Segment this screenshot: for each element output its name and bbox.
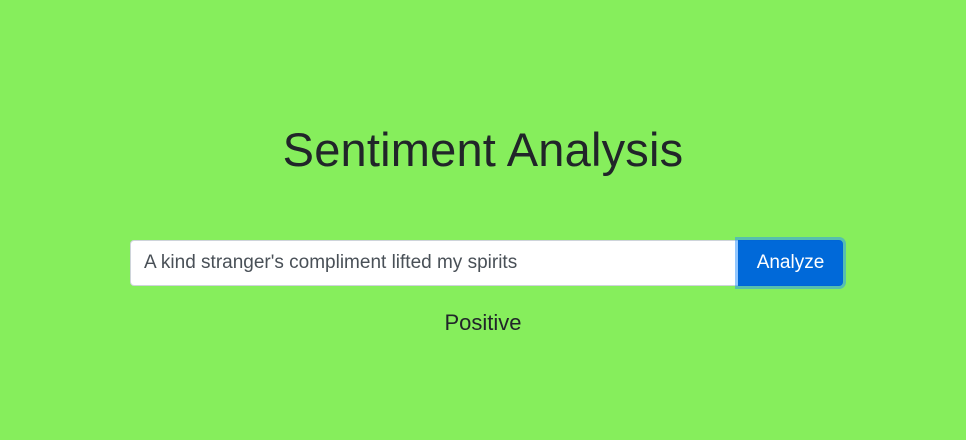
app-container: Sentiment Analysis Analyze Positive — [0, 0, 966, 440]
analyze-form: Analyze — [130, 240, 843, 286]
page-title: Sentiment Analysis — [282, 123, 684, 176]
analyze-button[interactable]: Analyze — [738, 240, 843, 286]
sentiment-result: Positive — [444, 310, 522, 335]
text-input[interactable] — [130, 240, 738, 286]
